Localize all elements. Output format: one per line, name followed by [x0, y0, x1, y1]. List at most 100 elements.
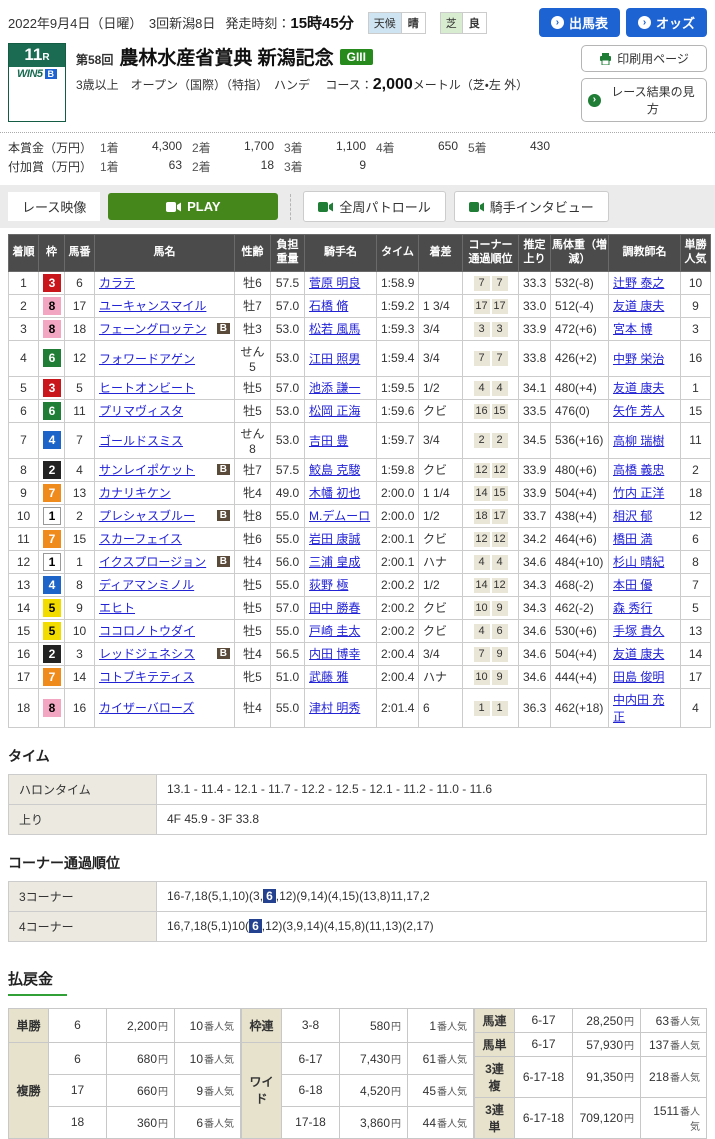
race-date: 2022年9月4日（日曜） 3回新潟8日: [8, 13, 215, 32]
horse-name-cell: イクスプロージョンB: [95, 550, 235, 573]
horse-name-link[interactable]: フォワードアゲン: [99, 350, 195, 367]
horse-name-link[interactable]: スカーフェイス: [99, 530, 182, 547]
corner-position-box: 12: [492, 532, 508, 547]
trainer-link[interactable]: 相沢 郁: [613, 509, 652, 523]
trainer-link[interactable]: 手塚 貴久: [613, 624, 664, 638]
column-header: 推定上り: [519, 235, 551, 272]
prize-rank-label: 3着: [284, 139, 312, 156]
corner-positions-cell: 22: [463, 422, 519, 458]
horse-number: 12: [65, 340, 95, 376]
finish-time: 1:59.4: [377, 340, 419, 376]
corner-position-box: 4: [492, 555, 508, 570]
play-button-label: PLAY: [187, 199, 220, 214]
trainer-link[interactable]: 橋田 満: [613, 532, 652, 546]
win-popularity: 18: [681, 481, 711, 504]
trainer-link[interactable]: 友道 康夫: [613, 647, 664, 661]
corner-position-box: 9: [492, 670, 508, 685]
trainer-link[interactable]: 中内田 充正: [613, 693, 664, 724]
jockey-link[interactable]: 鮫島 克駿: [309, 463, 360, 477]
horse-name-link[interactable]: サンレイポケット: [99, 461, 195, 478]
jockey-link[interactable]: 岩田 康誠: [309, 532, 360, 546]
last-3f: 33.9: [519, 458, 551, 481]
horse-name-link[interactable]: プレシャスブルー: [99, 507, 195, 524]
jockey-link[interactable]: 津村 明秀: [309, 701, 360, 715]
results-guide-button[interactable]: › レース結果の見方: [581, 78, 707, 122]
trainer-link[interactable]: 中野 栄治: [613, 352, 664, 366]
horse-name-link[interactable]: ユーキャンスマイル: [99, 297, 206, 314]
sex-age: 牡7: [235, 458, 271, 481]
payout-selection: 6-17-18: [515, 1056, 573, 1097]
jockey-link[interactable]: 内田 博幸: [309, 647, 360, 661]
trainer-link[interactable]: 友道 康夫: [613, 299, 664, 313]
patrol-video-button[interactable]: 全周パトロール: [303, 191, 445, 222]
horse-name-link[interactable]: カイザーバローズ: [99, 699, 194, 716]
jockey-link[interactable]: 田中 勝春: [309, 601, 360, 615]
odds-button[interactable]: › オッズ: [626, 8, 707, 37]
play-button[interactable]: PLAY: [108, 193, 278, 220]
trainer-link[interactable]: 高柳 瑞樹: [613, 434, 664, 448]
trainer-link[interactable]: 辻野 泰之: [613, 276, 664, 290]
prize-pair: 4着650: [376, 139, 468, 156]
jockey-link[interactable]: 松岡 正海: [309, 404, 360, 418]
jockey-link[interactable]: 荻野 極: [309, 578, 348, 592]
finish-position: 17: [9, 665, 39, 688]
jockey-link[interactable]: 江田 照男: [309, 352, 360, 366]
jockey-link[interactable]: 菅原 明良: [309, 276, 360, 290]
payout-bet-type: 枠連: [242, 1008, 282, 1043]
jockey-link[interactable]: 木幡 初也: [309, 486, 360, 500]
jockey-link[interactable]: 三浦 皇成: [309, 555, 360, 569]
horse-name-link[interactable]: レッドジェネシス: [99, 645, 195, 662]
trainer-link[interactable]: 高橋 義忠: [613, 463, 664, 477]
jockey-link[interactable]: 松若 風馬: [309, 322, 360, 336]
trainer-link[interactable]: 矢作 芳人: [613, 404, 664, 418]
pay-col1: 単勝62,200円10番人気複勝6680円10番人気17660円9番人気1836…: [9, 1008, 241, 1138]
trainer-link[interactable]: 田島 俊明: [613, 670, 664, 684]
horse-name-link[interactable]: プリマヴィスタ: [99, 402, 183, 419]
trainer-link[interactable]: 宮本 博: [613, 322, 652, 336]
trainer-cell: 中野 栄治: [609, 340, 681, 376]
trainer-link[interactable]: 杉山 晴紀: [613, 555, 664, 569]
result-row: 824サンレイポケットB牡757.5鮫島 克駿1:59.8クビ121233.94…: [9, 458, 711, 481]
horse-name-link[interactable]: イクスプロージョン: [99, 553, 206, 570]
horse-name-link[interactable]: ココロノトウダイ: [99, 622, 195, 639]
trainer-link[interactable]: 森 秀行: [613, 601, 652, 615]
jockey-cell: 武藤 雅: [305, 665, 377, 688]
jockey-link[interactable]: 武藤 雅: [309, 670, 348, 684]
horse-name-link[interactable]: ゴールドスミス: [99, 432, 183, 449]
corner-row: 3コーナー16-7,18(5,1,10)(3,6,12)(9,14)(4,15)…: [9, 881, 707, 911]
payout-amount: 360円: [107, 1106, 175, 1138]
trainer-cell: 友道 康夫: [609, 376, 681, 399]
bracket-cell: 8: [39, 294, 65, 317]
finish-time: 2:00.2: [377, 619, 419, 642]
jockey-link[interactable]: 石橋 脩: [309, 299, 348, 313]
horse-name-link[interactable]: フェーングロッテン: [99, 320, 206, 337]
horse-name-link[interactable]: エヒト: [99, 599, 135, 616]
print-page-button[interactable]: 印刷用ページ: [581, 45, 707, 72]
horse-name-link[interactable]: コトブキテティス: [99, 668, 194, 685]
jockey-link[interactable]: M.デムーロ: [309, 509, 370, 523]
carried-weight: 55.0: [271, 504, 305, 527]
trainer-link[interactable]: 竹内 正洋: [613, 486, 664, 500]
horse-name-link[interactable]: ヒートオンビート: [99, 379, 195, 396]
time-row-value: 13.1 - 11.4 - 12.1 - 11.7 - 12.2 - 12.5 …: [157, 774, 707, 804]
corner-position-box: 4: [474, 381, 490, 396]
pay-col2: 枠連3-8580円1番人気ワイド6-177,430円61番人気6-184,520…: [242, 1008, 474, 1138]
prize-rank-label: 1着: [100, 158, 128, 175]
trainer-link[interactable]: 友道 康夫: [613, 381, 664, 395]
trainer-link[interactable]: 本田 優: [613, 578, 652, 592]
corner-position-box: 17: [474, 299, 490, 314]
jockey-link[interactable]: 吉田 豊: [309, 434, 348, 448]
margin: 3/4: [419, 317, 463, 340]
margin: 3/4: [419, 642, 463, 665]
corner-positions-cell: 33: [463, 317, 519, 340]
result-row: 3818フェーングロッテンB牡353.0松若 風馬1:59.33/43333.9…: [9, 317, 711, 340]
horse-name-link[interactable]: ディアマンミノル: [99, 576, 194, 593]
horse-name-link[interactable]: カラテ: [99, 274, 135, 291]
arrow-circle-icon: ›: [588, 94, 601, 107]
results-guide-label: レース結果の見方: [606, 83, 700, 117]
jockey-link[interactable]: 池添 謙一: [309, 381, 360, 395]
jockey-link[interactable]: 戸崎 圭太: [309, 624, 360, 638]
jockey-interview-button[interactable]: 騎手インタビュー: [454, 191, 609, 222]
entries-button[interactable]: › 出馬表: [539, 8, 620, 37]
horse-name-link[interactable]: カナリキケン: [99, 484, 171, 501]
